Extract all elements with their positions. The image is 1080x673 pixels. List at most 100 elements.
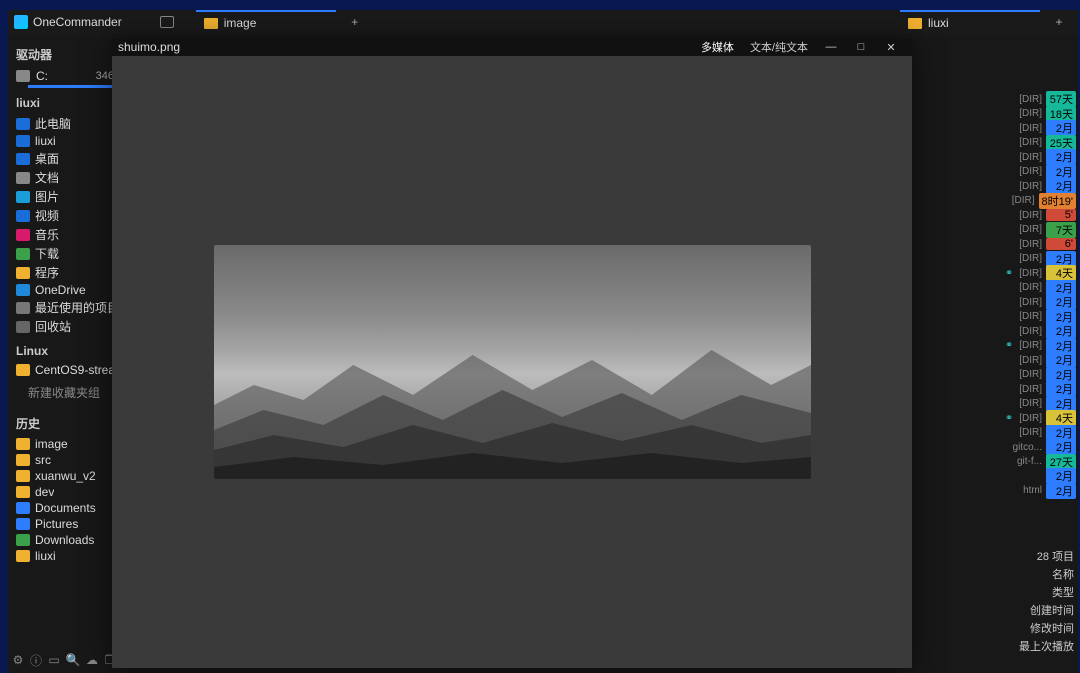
sidebar-history-6[interactable]: Downloads [8, 532, 120, 548]
item-icon [16, 486, 30, 498]
file-row-10[interactable]: [DIR]6' [1000, 237, 1078, 252]
preview-filename: shuimo.png [118, 40, 180, 54]
sidebar-history-5[interactable]: Pictures [8, 516, 120, 532]
row-type: [DIR] [1019, 326, 1042, 337]
item-icon [16, 470, 30, 482]
file-row-5[interactable]: [DIR]2月 [1000, 165, 1078, 180]
sidebar-user-4[interactable]: 图片 [8, 187, 120, 206]
drives-header: 驱动器 [8, 38, 120, 67]
tab-liuxi[interactable]: liuxi [900, 10, 1040, 34]
titlebar: OneCommander image + liuxi + [8, 10, 1078, 34]
sidebar-user-8[interactable]: 程序 [8, 263, 120, 282]
file-row-16[interactable]: [DIR]2月 [1000, 324, 1078, 339]
close-button[interactable]: ✕ [876, 41, 906, 54]
sidebar-user-9[interactable]: OneDrive [8, 282, 120, 298]
prop-accessed: 最上次播放 [1019, 637, 1074, 655]
item-icon [16, 550, 30, 562]
layout-icon[interactable]: ▭ [48, 653, 60, 667]
row-type: [DIR] [1019, 413, 1042, 424]
sidebar-user-7[interactable]: 下载 [8, 244, 120, 263]
file-row-14[interactable]: [DIR]2月 [1000, 295, 1078, 310]
file-row-18[interactable]: [DIR]2月 [1000, 353, 1078, 368]
app-icon [14, 15, 28, 29]
drive-c[interactable]: C: 346 [8, 67, 120, 83]
tab-multimedia[interactable]: 多媒体 [693, 37, 742, 57]
file-row-20[interactable]: [DIR]2月 [1000, 382, 1078, 397]
linux-header: Linux [8, 336, 120, 362]
file-row-27[interactable]: html2月 [1000, 484, 1078, 499]
item-icon [16, 454, 30, 466]
file-row-1[interactable]: [DIR]18天 [1000, 107, 1078, 122]
sidebar-history-1[interactable]: src [8, 452, 120, 468]
sidebar-history-2[interactable]: xuanwu_v2 [8, 468, 120, 484]
tab-image[interactable]: image [196, 10, 336, 34]
sidebar-history-4[interactable]: Documents [8, 500, 120, 516]
sidebar-linux-0[interactable]: CentOS9-stream [8, 362, 120, 378]
search-icon[interactable]: 🔍 [66, 653, 80, 667]
sidebar-user-2[interactable]: 桌面 [8, 149, 120, 168]
file-row-17[interactable]: ⚭[DIR]2月 [1000, 339, 1078, 354]
row-type: [DIR] [1019, 224, 1042, 235]
file-row-11[interactable]: [DIR]2月 [1000, 252, 1078, 267]
row-age: 2月 [1046, 149, 1076, 165]
file-row-26[interactable]: 2月 [1000, 469, 1078, 484]
properties-panel: 28 项目 名称 类型 创建时间 修改时间 最上次播放 [1019, 547, 1074, 655]
file-row-2[interactable]: [DIR]2月 [1000, 121, 1078, 136]
item-label: liuxi [35, 549, 56, 563]
file-row-19[interactable]: [DIR]2月 [1000, 368, 1078, 383]
item-icon [16, 284, 30, 296]
file-row-23[interactable]: [DIR]2月 [1000, 426, 1078, 441]
minimize-button[interactable]: — [816, 41, 846, 53]
file-row-21[interactable]: [DIR]2月 [1000, 397, 1078, 412]
sidebar-user-11[interactable]: 回收站 [8, 317, 120, 336]
item-label: CentOS9-stream [35, 363, 114, 377]
file-row-15[interactable]: [DIR]2月 [1000, 310, 1078, 325]
row-type: [DIR] [1019, 427, 1042, 438]
history-header: 历史 [8, 407, 120, 436]
sidebar-user-1[interactable]: liuxi [8, 133, 120, 149]
sidebar-history-7[interactable]: liuxi [8, 548, 120, 564]
file-row-22[interactable]: ⚭[DIR]4天 [1000, 411, 1078, 426]
file-row-24[interactable]: gitco...2月 [1000, 440, 1078, 455]
item-icon [16, 210, 30, 222]
sidebar-user-6[interactable]: 音乐 [8, 225, 120, 244]
file-row-9[interactable]: [DIR]7天 [1000, 223, 1078, 238]
row-type: [DIR] [1019, 210, 1042, 221]
file-row-7[interactable]: [DIR] 8时19' [1000, 194, 1078, 209]
file-row-8[interactable]: [DIR]5' [1000, 208, 1078, 223]
item-label: 音乐 [35, 226, 59, 243]
sidebar-history-0[interactable]: image [8, 436, 120, 452]
cloud-icon[interactable]: ☁ [86, 653, 98, 667]
tab-textplain[interactable]: 文本/纯文本 [742, 37, 816, 57]
sidebar-user-10[interactable]: 最近使用的项目 [8, 298, 120, 317]
item-icon [16, 135, 30, 147]
sidebar-user-0[interactable]: 此电脑 [8, 114, 120, 133]
sidebar-user-5[interactable]: 视频 [8, 206, 120, 225]
row-type: html [1023, 485, 1042, 496]
file-row-13[interactable]: [DIR]2月 [1000, 281, 1078, 296]
sidebar-user-3[interactable]: 文档 [8, 168, 120, 187]
info-icon[interactable]: ⓘ [30, 653, 42, 667]
file-row-12[interactable]: ⚭[DIR]4天 [1000, 266, 1078, 281]
item-label: src [35, 453, 51, 467]
sidebar-history-3[interactable]: dev [8, 484, 120, 500]
item-icon [16, 267, 30, 279]
row-age: 6' [1046, 238, 1076, 250]
maximize-button[interactable]: □ [846, 41, 876, 53]
item-icon [16, 321, 30, 333]
file-row-4[interactable]: [DIR]2月 [1000, 150, 1078, 165]
item-label: Documents [35, 501, 96, 515]
file-row-6[interactable]: [DIR]2月 [1000, 179, 1078, 194]
row-type: [DIR] [1019, 369, 1042, 380]
row-age: 8时19' [1039, 193, 1076, 209]
add-tab-right[interactable]: + [1052, 15, 1066, 29]
file-row-25[interactable]: git-f...27天 [1000, 455, 1078, 470]
gear-icon[interactable]: ⚙ [12, 653, 24, 667]
window-box-icon[interactable] [160, 16, 174, 28]
item-label: 最近使用的项目 [35, 299, 114, 316]
new-favorite-group[interactable]: 新建收藏夹组 [8, 378, 120, 407]
add-tab-left[interactable]: + [348, 15, 362, 29]
row-type: [DIR] [1012, 195, 1035, 206]
file-row-3[interactable]: [DIR]25天 [1000, 136, 1078, 151]
file-row-0[interactable]: [DIR]57天 [1000, 92, 1078, 107]
